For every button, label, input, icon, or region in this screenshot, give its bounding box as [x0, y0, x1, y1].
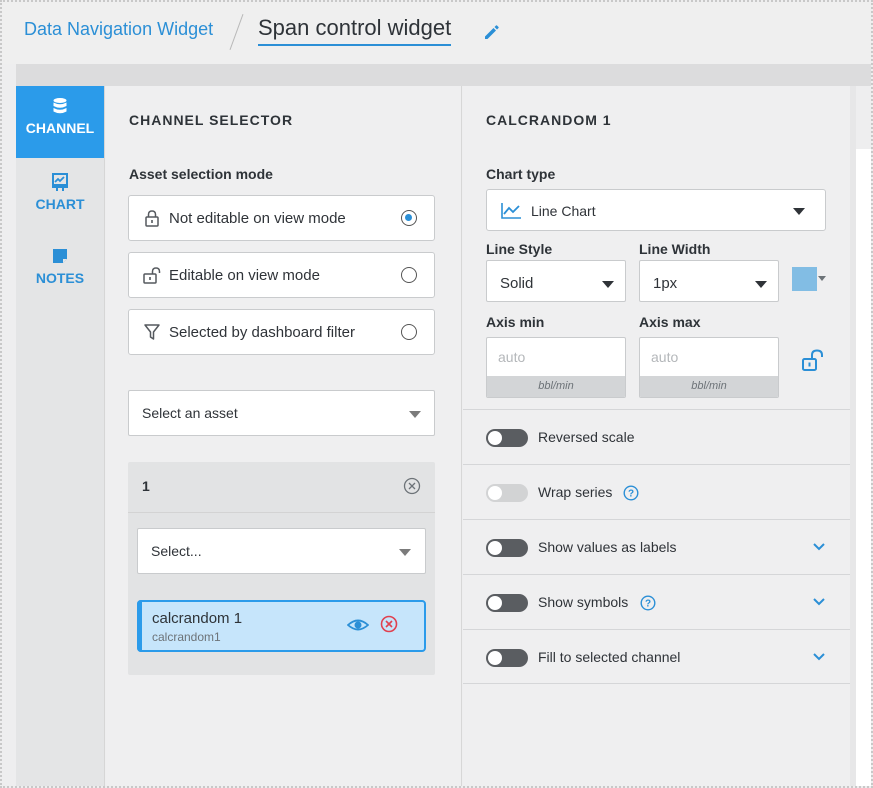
divider [128, 512, 435, 513]
option-label: Fill to selected channel [538, 649, 681, 665]
mode-option-label: Selected by dashboard filter [169, 324, 355, 341]
side-rail: CHANNEL CHART NOTES [16, 86, 105, 786]
fill-to-channel-toggle[interactable] [486, 649, 528, 667]
channel-group: 1 Select... calcrandom 1 calcrandom1 [128, 462, 435, 675]
series-color-picker[interactable] [792, 267, 817, 291]
option-fill-to-selected-channel: Fill to selected channel [463, 629, 850, 684]
database-icon [53, 98, 67, 114]
channel-selector-title: CHANNEL SELECTOR [129, 112, 294, 128]
help-icon[interactable]: ? [623, 485, 639, 501]
eye-icon[interactable] [347, 616, 369, 634]
option-show-symbols: Show symbols ? [463, 574, 850, 629]
settings-title: CALCRANDOM 1 [486, 112, 612, 128]
asset-selection-mode-label: Asset selection mode [129, 166, 273, 182]
rail-item-channel[interactable]: CHANNEL [16, 86, 104, 158]
rail-item-chart[interactable]: CHART [16, 162, 104, 234]
rail-item-label: CHANNEL [25, 120, 95, 136]
line-style-select[interactable]: Solid [486, 260, 626, 302]
breadcrumb: Data Navigation Widget Span control widg… [2, 2, 871, 64]
axis-max-input[interactable]: auto bbl/min [639, 337, 779, 398]
note-icon [53, 249, 67, 263]
group-number: 1 [142, 478, 150, 494]
option-label: Show values as labels [538, 539, 677, 555]
line-style-label: Line Style [486, 241, 553, 257]
mode-option-not-editable[interactable]: Not editable on view mode [128, 195, 435, 241]
close-circle-icon[interactable] [403, 477, 421, 495]
chart-type-select[interactable]: Line Chart [486, 189, 826, 231]
rail-item-label: NOTES [35, 270, 85, 286]
widget-editor: Data Navigation Widget Span control widg… [0, 0, 873, 788]
scroll-gutter [856, 149, 871, 786]
asset-select-value: Select an asset [142, 405, 238, 421]
filter-icon [144, 324, 160, 340]
channel-selector-panel: CHANNEL SELECTOR Asset selection mode No… [106, 86, 462, 786]
chevron-down-icon [755, 281, 767, 288]
help-icon[interactable]: ? [640, 595, 656, 611]
axis-max-unit: bbl/min [640, 376, 778, 397]
line-width-label: Line Width [639, 241, 711, 257]
show-values-toggle[interactable] [486, 539, 528, 557]
chart-type-value: Line Chart [531, 203, 596, 219]
option-label: Reversed scale [538, 429, 635, 445]
radio-button[interactable] [401, 267, 417, 283]
chevron-down-icon [602, 281, 614, 288]
reversed-scale-toggle[interactable] [486, 429, 528, 447]
chevron-down-icon [793, 208, 805, 215]
axis-min-unit: bbl/min [487, 376, 625, 397]
lock-open-icon[interactable] [801, 348, 825, 372]
chart-type-label: Chart type [486, 166, 556, 182]
option-show-values-as-labels: Show values as labels [463, 519, 850, 574]
selected-channel-card[interactable]: calcrandom 1 calcrandom1 [137, 600, 426, 652]
color-dropdown-caret-icon[interactable] [818, 276, 826, 281]
channel-id: calcrandom1 [152, 630, 221, 644]
axis-min-placeholder: auto [498, 349, 526, 365]
chevron-down-icon[interactable] [812, 542, 826, 552]
lock-closed-icon [145, 210, 159, 227]
channel-select-value: Select... [151, 543, 202, 559]
wrap-series-toggle[interactable] [486, 484, 528, 502]
svg-text:?: ? [628, 489, 634, 500]
radio-button[interactable] [401, 324, 417, 340]
chevron-down-icon[interactable] [812, 597, 826, 607]
axis-min-label: Axis min [486, 314, 545, 330]
option-label: Wrap series [538, 484, 613, 500]
breadcrumb-separator [229, 13, 244, 51]
toolbar-band [16, 64, 871, 86]
line-width-value: 1px [653, 275, 678, 292]
axis-max-placeholder: auto [651, 349, 679, 365]
line-style-value: Solid [500, 275, 534, 292]
option-label: Show symbols [538, 594, 629, 610]
chevron-down-icon [409, 411, 421, 418]
pencil-icon[interactable] [482, 22, 502, 42]
remove-circle-icon[interactable] [380, 615, 398, 633]
chart-icon [52, 173, 68, 191]
axis-max-label: Axis max [639, 314, 701, 330]
mode-option-editable[interactable]: Editable on view mode [128, 252, 435, 298]
svg-text:?: ? [645, 599, 651, 610]
option-reversed-scale: Reversed scale [463, 409, 850, 464]
mode-option-dashboard-filter[interactable]: Selected by dashboard filter [128, 309, 435, 355]
line-width-select[interactable]: 1px [639, 260, 779, 302]
option-wrap-series: Wrap series ? [463, 464, 850, 519]
rail-item-notes[interactable]: NOTES [16, 236, 104, 308]
chevron-down-icon[interactable] [812, 652, 826, 662]
channel-name: calcrandom 1 [152, 610, 243, 627]
rail-item-label: CHART [35, 196, 85, 212]
mode-option-label: Not editable on view mode [169, 210, 346, 227]
asset-select[interactable]: Select an asset [128, 390, 435, 436]
lock-open-icon [143, 267, 161, 284]
chevron-down-icon [399, 549, 411, 556]
widget-title-input[interactable]: Span control widget [258, 15, 452, 46]
show-symbols-toggle[interactable] [486, 594, 528, 612]
breadcrumb-parent-link[interactable]: Data Navigation Widget [24, 19, 213, 40]
axis-min-input[interactable]: auto bbl/min [486, 337, 626, 398]
radio-button-selected[interactable] [401, 210, 417, 226]
channel-settings-panel: CALCRANDOM 1 Chart type Line Chart Line … [463, 86, 850, 786]
channel-select[interactable]: Select... [137, 528, 426, 574]
line-chart-icon [501, 203, 521, 219]
mode-option-label: Editable on view mode [169, 267, 320, 284]
